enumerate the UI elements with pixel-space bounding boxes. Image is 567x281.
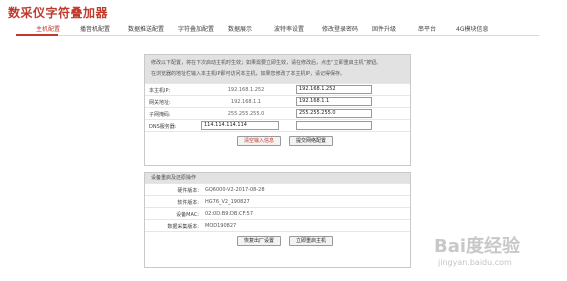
- dns-secondary-input[interactable]: [296, 121, 372, 130]
- dns-label: DNS服务器:: [149, 124, 177, 130]
- watermark-logo: Bai度经验: [434, 236, 521, 257]
- gateway-label: 网关地址:: [149, 100, 171, 106]
- baidu-watermark: Bai度经验 jingyan.baidu.com: [434, 232, 559, 272]
- tab-data-display[interactable]: 数据展示: [228, 24, 252, 33]
- device-panel-header: 设备重启及还原操作: [145, 173, 410, 183]
- collector-version-value: MOD190827: [205, 223, 237, 229]
- tab-firmware-upgrade[interactable]: 固件升级: [372, 24, 396, 33]
- tab-4g-module[interactable]: 4G模块信息: [456, 24, 488, 33]
- host-ip-label: 本主机IP:: [149, 88, 171, 94]
- subnet-input[interactable]: 255.255.255.0: [296, 109, 372, 118]
- tab-overlay-config[interactable]: 字符叠加配置: [178, 24, 214, 33]
- network-actions: 清空输入信息 提交网络配置: [145, 131, 410, 150]
- tab-bar: 主机配置 播音机配置 数据推送配置 字符叠加配置 数据展示 波特率设置 修改登录…: [16, 22, 539, 36]
- software-version-label: 软件版本:: [177, 200, 199, 206]
- collector-version-label: 数据采集版本:: [167, 224, 199, 230]
- tab-serial-platform[interactable]: 串平台: [418, 24, 436, 33]
- host-ip-row: 本主机IP: 192.168.1.252 192.168.1.252: [145, 83, 410, 95]
- network-config-panel: 修改以下配置，将在下次启动主机时生效；如果需要立即生效，请在修改后，点击“立即重…: [144, 54, 411, 166]
- hardware-version-value: GQ6000-V2-2017-08-28: [205, 187, 265, 193]
- software-version-value: HG76_V2_190827: [205, 199, 250, 205]
- device-mac-row: 设备MAC: 02:0D:B9:DB:CF:57: [145, 207, 410, 219]
- watermark-url: jingyan.baidu.com: [438, 258, 512, 267]
- reboot-now-button[interactable]: 立即重启主机: [289, 236, 333, 246]
- notice-box: 修改以下配置，将在下次启动主机时生效；如果需要立即生效，请在修改后，点击“立即重…: [145, 55, 410, 83]
- host-ip-input[interactable]: 192.168.1.252: [296, 85, 372, 94]
- gateway-row: 网关地址: 192.168.1.1 192.168.1.1: [145, 95, 410, 107]
- host-ip-current: 192.168.1.252: [227, 87, 265, 93]
- hardware-version-label: 硬件版本:: [177, 188, 199, 194]
- active-tab-indicator: [16, 34, 58, 36]
- subnet-row: 子网掩码: 255.255.255.0 255.255.255.0: [145, 107, 410, 119]
- subnet-label: 子网掩码:: [149, 112, 171, 118]
- tab-broadcaster-config[interactable]: 播音机配置: [80, 24, 110, 33]
- tab-baud-rate[interactable]: 波特率设置: [274, 24, 304, 33]
- hardware-version-row: 硬件版本: GQ6000-V2-2017-08-28: [145, 183, 410, 195]
- notice-line-1: 修改以下配置，将在下次启动主机时生效；如果需要立即生效，请在修改后，点击“立即重…: [151, 60, 382, 66]
- tab-data-push-config[interactable]: 数据推送配置: [128, 24, 164, 33]
- device-actions: 恢复出厂设置 立即重启主机: [145, 231, 410, 250]
- dns-row: DNS服务器: 114.114.114.114: [145, 119, 410, 131]
- tab-change-password[interactable]: 修改登录密码: [322, 24, 358, 33]
- dns-primary-input[interactable]: 114.114.114.114: [201, 121, 279, 130]
- device-mac-label: 设备MAC:: [176, 212, 199, 218]
- app-title: 数采仪字符叠加器: [8, 6, 109, 20]
- notice-line-2: 在浏览器的地址栏输入本主机IP即可访问本主机，如果您修改了本主机IP，请记得保存…: [151, 71, 345, 77]
- tab-host-config[interactable]: 主机配置: [36, 24, 60, 33]
- gateway-current: 192.168.1.1: [230, 99, 262, 105]
- clear-input-button[interactable]: 清空输入信息: [237, 136, 281, 146]
- gateway-input[interactable]: 192.168.1.1: [296, 97, 372, 106]
- device-panel: 设备重启及还原操作 硬件版本: GQ6000-V2-2017-08-28 软件版…: [144, 172, 411, 268]
- submit-network-button[interactable]: 提交网络配置: [289, 136, 333, 146]
- collector-version-row: 数据采集版本: MOD190827: [145, 219, 410, 231]
- device-mac-value: 02:0D:B9:DB:CF:57: [205, 211, 254, 217]
- factory-reset-button[interactable]: 恢复出厂设置: [237, 236, 281, 246]
- subnet-current: 255.255.255.0: [227, 111, 265, 117]
- software-version-row: 软件版本: HG76_V2_190827: [145, 195, 410, 207]
